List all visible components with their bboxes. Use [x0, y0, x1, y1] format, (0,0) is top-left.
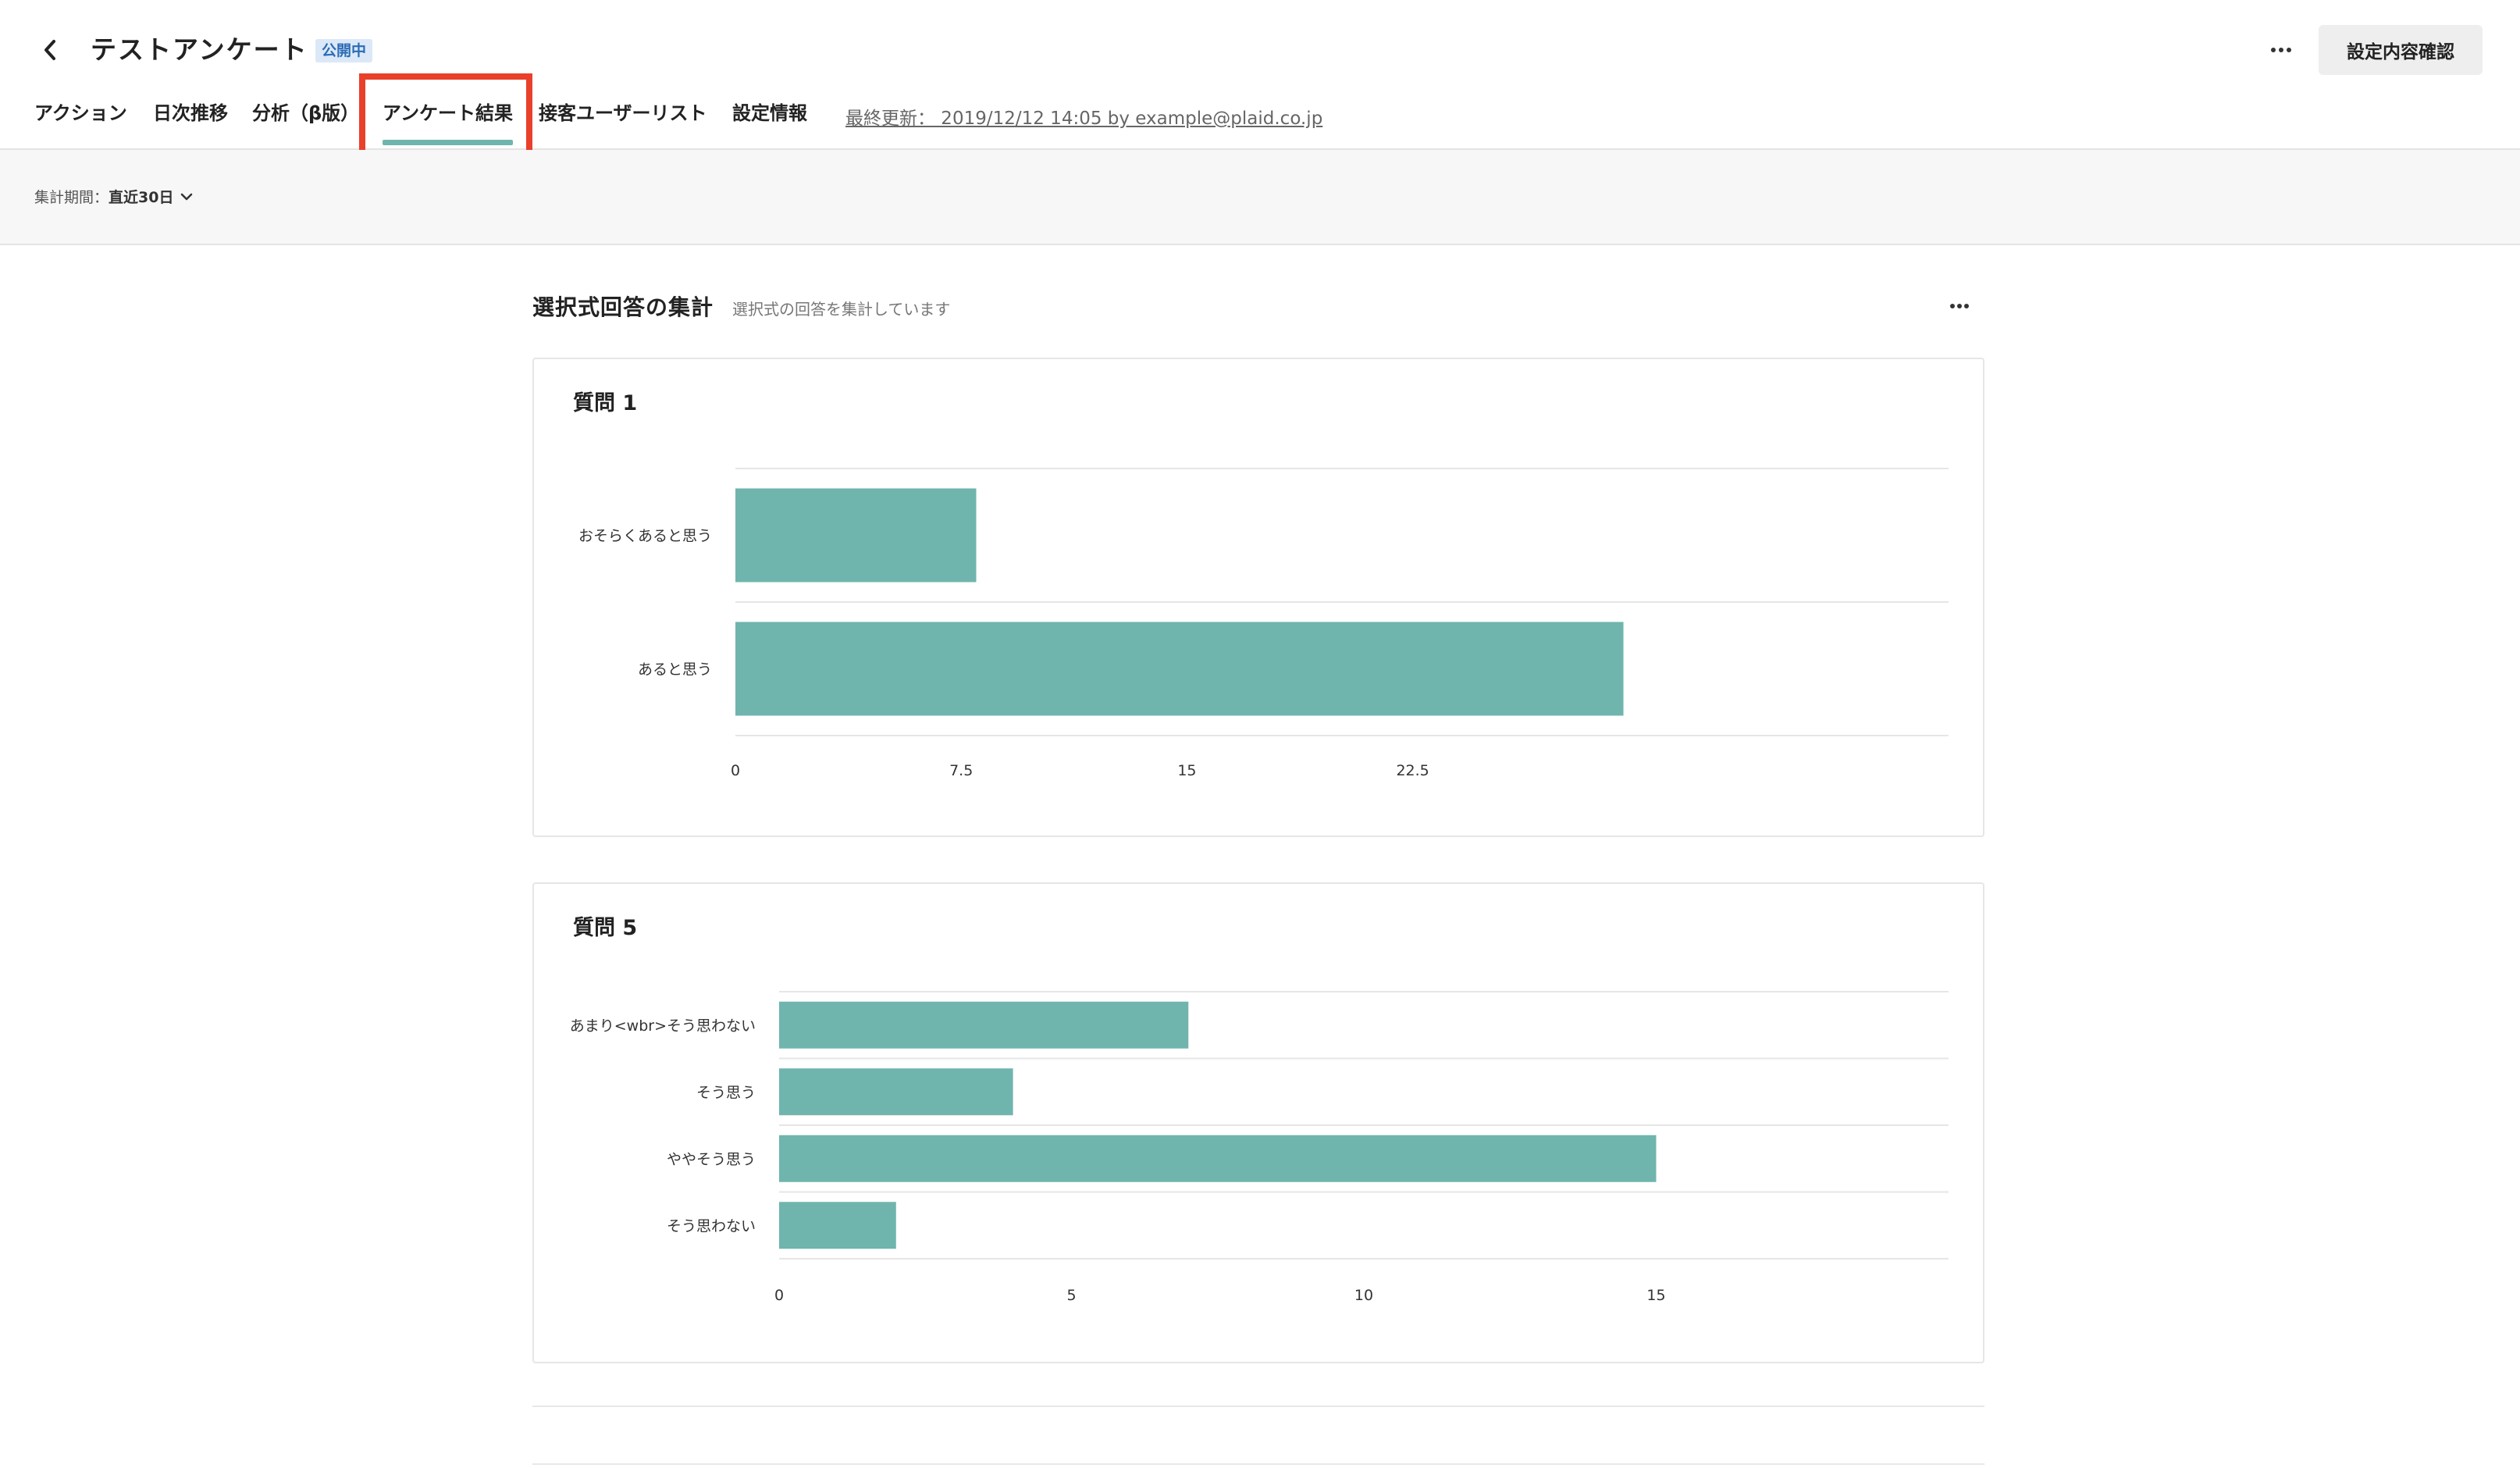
tab-label: 日次推移 [153, 102, 228, 124]
tab-engaged-user-list[interactable]: 接客ユーザーリスト [539, 94, 707, 150]
section-more-button[interactable] [1942, 292, 1977, 320]
category-label: ややそう思う [667, 1151, 756, 1168]
ellipsis-icon [2271, 48, 2291, 52]
bar-chart-question-5: あまり<wbr>そう思わないそう思うややそう思うそう思わない 0 5 10 15 [570, 991, 1949, 1304]
tab-daily-trend[interactable]: 日次推移 [153, 94, 228, 150]
category-label: そう思わない [667, 1217, 756, 1235]
category-label: あまり<wbr>そう思わない [570, 1017, 756, 1035]
more-options-button[interactable] [2264, 33, 2298, 67]
x-tick-label: 0 [774, 1287, 784, 1304]
category-label: そう思う [696, 1084, 756, 1101]
last-updated-link[interactable]: 最終更新： 2019/12/12 14:05 by example@plaid.… [845, 103, 1322, 130]
ellipsis-icon [1950, 304, 1969, 308]
chart-card-question-5: 質問 5 あまり<wbr>そう思わない そう思う ややそう思う そう思わない 0 5 10 1… [532, 882, 1984, 1363]
bar[interactable] [779, 1135, 1657, 1182]
chevron-down-icon [181, 193, 193, 200]
page-title: テストアンケート [91, 34, 308, 65]
filter-bar: 集計期間： 直近30日 [0, 150, 2520, 245]
period-label: 集計期間： [34, 189, 109, 206]
page-header: テストアンケート 公開中 設定内容確認 アクション 日次推移 分析（β版） アン… [0, 0, 2520, 161]
x-tick-label: 10 [1354, 1287, 1373, 1304]
confirm-settings-button[interactable]: 設定内容確認 [2319, 25, 2483, 75]
period-selector[interactable]: 集計期間： 直近30日 [34, 186, 194, 207]
bar[interactable] [779, 1068, 1013, 1116]
category-label: あると思う [638, 661, 712, 679]
x-tick-label: 0 [731, 762, 740, 779]
bar-chart-question-1: おそらくあると思うあると思う 0 7.5 15 22.5 [578, 468, 1949, 779]
period-value: 直近30日 [109, 189, 174, 206]
bar[interactable] [779, 1202, 896, 1249]
section-title: 選択式回答の集計 [532, 294, 714, 320]
tab-analysis-beta[interactable]: 分析（β版） [252, 94, 359, 150]
bar[interactable] [779, 1001, 1189, 1049]
x-tick-label: 15 [1646, 1287, 1665, 1304]
tab-action[interactable]: アクション [34, 94, 127, 150]
bar[interactable] [735, 488, 977, 583]
back-button[interactable] [34, 34, 66, 66]
chart-card-question-1: 質問 1 おそらくあると思う あると思う 0 7.5 15 22.5 [532, 358, 1984, 837]
tab-settings-info[interactable]: 設定情報 [732, 94, 807, 150]
section-divider [532, 1463, 1984, 1465]
x-tick-label: 5 [1066, 1287, 1076, 1304]
tab-label: アクション [34, 102, 127, 124]
tab-label: 接客ユーザーリスト [539, 102, 707, 124]
x-tick-label: 22.5 [1396, 762, 1429, 779]
annotation-highlight-box [359, 73, 532, 161]
status-badge: 公開中 [315, 39, 373, 62]
section-divider [532, 1406, 1984, 1407]
chevron-left-icon [44, 40, 55, 60]
bar[interactable] [735, 622, 1624, 716]
x-tick-label: 15 [1177, 762, 1196, 779]
category-label: おそらくあると思う [578, 528, 712, 545]
x-tick-label: 7.5 [949, 762, 973, 779]
section-subtitle: 選択式の回答を集計しています [732, 300, 951, 319]
tab-label: 設定情報 [732, 102, 807, 124]
tab-label: 分析（β版） [252, 102, 360, 124]
